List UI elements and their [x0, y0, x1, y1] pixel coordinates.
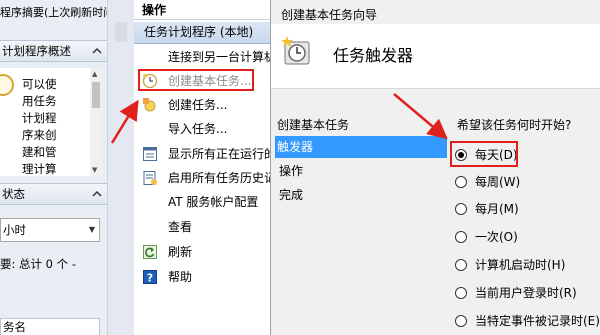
status-header-label: 状态 [2, 187, 25, 201]
collapse-icon[interactable] [92, 46, 102, 56]
pane-splitter[interactable] [108, 0, 134, 335]
step-action[interactable]: 操作 [277, 160, 449, 182]
chevron-down-icon[interactable]: ▼ [89, 219, 95, 241]
radio-button[interactable] [455, 315, 467, 327]
action-at-service-config[interactable]: AT 服务帐户配置 [134, 191, 270, 213]
action-help[interactable]: ? 帮助 [134, 266, 270, 288]
task-name-label: 务名 [3, 320, 26, 334]
radio-button[interactable] [455, 176, 467, 188]
overview-line: 可以使 [22, 77, 57, 91]
overview-line: 计划程 [22, 111, 57, 125]
overview-line: 序来创 [22, 128, 57, 142]
radio-label[interactable]: 当特定事件被记录时(E) [475, 311, 600, 331]
overview-scrollbar[interactable]: ▲ ▼ [90, 68, 102, 176]
radio-button[interactable] [455, 259, 467, 271]
step-trigger[interactable]: 触发器 [275, 136, 447, 158]
action-connect-computer[interactable]: 连接到另一台计算机 [134, 46, 270, 68]
radio-button[interactable] [455, 287, 467, 299]
radio-label[interactable]: 计算机启动时(H) [475, 255, 565, 275]
splitter-grip[interactable] [115, 22, 127, 42]
scroll-up-icon[interactable]: ▲ [92, 70, 97, 78]
overview-line: 理计算 [22, 162, 57, 176]
actions-pane: 操作 任务计划程序 (本地) 连接到另一台计算机 创建基本任务... 创建任务.… [134, 0, 270, 335]
action-label: 连接到另一台计算机 [168, 50, 270, 64]
action-label: 导入任务... [168, 122, 228, 136]
list-icon [143, 147, 157, 161]
action-label: AT 服务帐户配置 [168, 195, 259, 209]
steps-heading: 创建基本任务 [277, 118, 350, 132]
overview-line: 用任务 [22, 94, 57, 108]
action-label: 帮助 [168, 270, 193, 284]
highlight-daily-option [450, 141, 518, 167]
left-pane: 程序摘要(上次刷新时间 计划程序概述 可以使 用任务 计划程 序来创 建和管 理… [0, 0, 108, 335]
clock-icon [0, 74, 14, 96]
refresh-icon [143, 245, 157, 259]
scroll-down-icon[interactable]: ▼ [92, 166, 97, 174]
help-icon: ? [143, 270, 157, 285]
wizard-header: 任务触发器 [271, 24, 600, 88]
collapse-icon[interactable] [92, 189, 102, 199]
radio-label[interactable]: 每周(W) [475, 172, 520, 192]
task-name-column[interactable]: 务名 [0, 318, 100, 335]
task-trigger-icon [281, 36, 310, 65]
action-label: 显示所有正在运行的任务 [168, 147, 270, 161]
action-label: 刷新 [168, 245, 193, 259]
svg-text:?: ? [147, 272, 153, 285]
wizard-steps: 创建基本任务 触发器 操作 完成 [271, 108, 449, 335]
action-view[interactable]: 查看 [134, 216, 270, 238]
action-create-task[interactable]: 创建任务... [134, 94, 270, 116]
highlight-create-basic-task [138, 69, 254, 91]
time-range-select[interactable]: 小时 ▼ [0, 218, 100, 242]
basic-task-wizard: 创建基本任务向导 任务触发器 创建基本任务 触发器 操作 完成 希望该任务何时开… [270, 0, 600, 335]
action-label: 查看 [168, 220, 193, 234]
action-label: 创建任务... [168, 98, 228, 112]
task-icon [143, 98, 156, 112]
status-section-header[interactable]: 状态 [0, 183, 107, 205]
action-import-task[interactable]: 导入任务... [134, 118, 270, 140]
summary-title: 程序摘要(上次刷新时间 [0, 6, 108, 19]
action-show-running-tasks[interactable]: 显示所有正在运行的任务 [134, 143, 270, 165]
radio-button[interactable] [455, 203, 467, 215]
history-icon [143, 171, 157, 185]
wizard-window-title: 创建基本任务向导 [281, 8, 378, 22]
scroll-thumb[interactable] [92, 82, 100, 108]
radio-label[interactable]: 当前用户登录时(R) [475, 283, 577, 303]
step-finish[interactable]: 完成 [277, 184, 449, 206]
action-enable-history[interactable]: 启用所有任务历史记录 [134, 167, 270, 189]
wizard-header-title: 任务触发器 [333, 46, 414, 65]
overview-line: 建和管 [22, 145, 57, 159]
time-range-value: 小时 [3, 223, 26, 237]
overview-panel: 可以使 用任务 计划程 序来创 建和管 理计算 [0, 68, 96, 176]
radio-label[interactable]: 一次(O) [475, 227, 518, 247]
overview-header-label: 计划程序概述 [2, 44, 71, 58]
actions-header: 操作 [134, 0, 270, 20]
action-refresh[interactable]: 刷新 [134, 241, 270, 263]
trigger-question: 希望该任务何时开始? [457, 118, 572, 132]
action-label: 启用所有任务历史记录 [168, 171, 270, 185]
status-summary: 要: 总计 0 个 - [0, 257, 76, 271]
actions-subheader[interactable]: 任务计划程序 (本地) [134, 22, 270, 44]
radio-button[interactable] [455, 231, 467, 243]
overview-section-header[interactable]: 计划程序概述 [0, 40, 107, 62]
header-divider [271, 88, 600, 89]
radio-label[interactable]: 每月(M) [475, 199, 519, 219]
